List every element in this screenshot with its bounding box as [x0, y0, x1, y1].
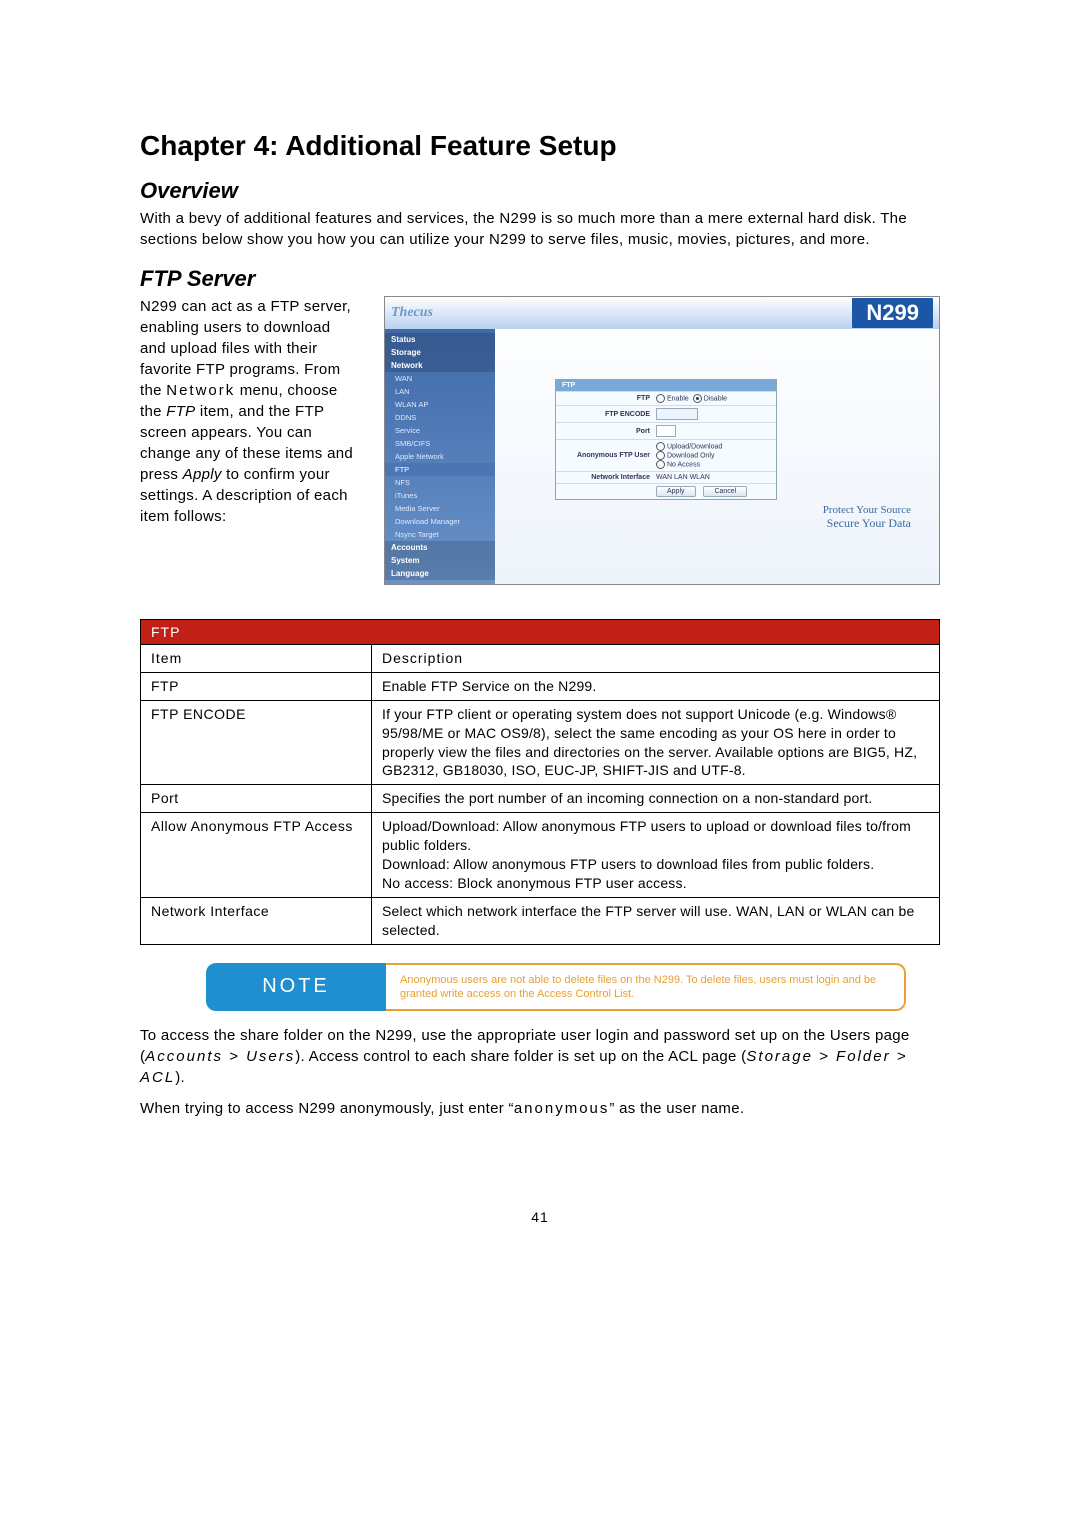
- row-val: Upload/Download: Allow anonymous FTP use…: [372, 813, 940, 898]
- sidebar-item-smb[interactable]: SMB/CIFS: [385, 437, 495, 450]
- table-row: Network Interface Select which network i…: [141, 897, 940, 944]
- text: ).: [175, 1069, 185, 1086]
- table-row: Port Specifies the port number of an inc…: [141, 785, 940, 813]
- port-input[interactable]: [656, 425, 676, 437]
- ftp-item-ref: FTP: [166, 403, 195, 420]
- sidebar-item-nfs[interactable]: NFS: [385, 476, 495, 489]
- ftp-disable-radio[interactable]: [693, 394, 702, 403]
- chapter-title: Chapter 4: Additional Feature Setup: [140, 130, 940, 162]
- sidebar-cat-storage[interactable]: Storage: [385, 346, 495, 359]
- cancel-button[interactable]: Cancel: [703, 486, 747, 497]
- ftp-label: FTP: [560, 395, 656, 402]
- overview-heading: Overview: [140, 178, 940, 204]
- sidebar-item-download[interactable]: Download Manager: [385, 515, 495, 528]
- sidebar-item-wlanap[interactable]: WLAN AP: [385, 398, 495, 411]
- sidebar-cat-status[interactable]: Status: [385, 333, 495, 346]
- anon-opt3: No Access: [667, 461, 700, 468]
- anon-noaccess-radio[interactable]: [656, 460, 665, 469]
- encode-label: FTP ENCODE: [560, 411, 656, 418]
- screenshot-main: FTP FTP Enable Disable FTP ENCODE: [495, 329, 939, 584]
- row-val: Specifies the port number of an incoming…: [372, 785, 940, 813]
- note-label: NOTE: [206, 963, 386, 1012]
- anon-down-radio[interactable]: [656, 451, 665, 460]
- admin-screenshot: Thecus N299 Status Storage Network WAN L…: [384, 296, 940, 585]
- sidebar-item-apple[interactable]: Apple Network: [385, 450, 495, 463]
- ftp-panel-title: FTP: [556, 380, 776, 391]
- table-header: FTP: [141, 620, 940, 645]
- sidebar-cat-language[interactable]: Language: [385, 567, 495, 580]
- sidebar-item-ddns[interactable]: DDNS: [385, 411, 495, 424]
- screenshot-body: Status Storage Network WAN LAN WLAN AP D…: [385, 329, 939, 584]
- note-box: NOTE Anonymous users are not able to del…: [206, 963, 906, 1012]
- col-desc: Description: [372, 645, 940, 673]
- anon-label: Anonymous FTP User: [560, 452, 656, 459]
- apply-button[interactable]: Apply: [656, 486, 696, 497]
- ftp-paragraph: N299 can act as a FTP server, enabling u…: [140, 296, 360, 527]
- ftp-table: FTP Item Description FTP Enable FTP Serv…: [140, 619, 940, 945]
- ftp-heading: FTP Server: [140, 266, 940, 292]
- sidebar-cat-accounts[interactable]: Accounts: [385, 541, 495, 554]
- anon-opt2: Download Only: [667, 452, 714, 459]
- row-key: Allow Anonymous FTP Access: [141, 813, 372, 898]
- ftp-panel: FTP FTP Enable Disable FTP ENCODE: [555, 379, 777, 500]
- document-page: Chapter 4: Additional Feature Setup Over…: [140, 0, 940, 1285]
- sidebar-cat-network[interactable]: Network: [385, 359, 495, 372]
- row-val: If your FTP client or operating system d…: [372, 700, 940, 785]
- sidebar-item-service[interactable]: Service: [385, 424, 495, 437]
- footer-line2: Secure Your Data: [827, 516, 911, 530]
- row-val: Select which network interface the FTP s…: [372, 897, 940, 944]
- sidebar-item-lan[interactable]: LAN: [385, 385, 495, 398]
- accounts-users-ref: Accounts > Users: [145, 1048, 295, 1065]
- sidebar-cat-system[interactable]: System: [385, 554, 495, 567]
- brand-logo: Thecus: [391, 305, 433, 321]
- sidebar: Status Storage Network WAN LAN WLAN AP D…: [385, 329, 495, 584]
- port-label: Port: [560, 428, 656, 435]
- anonymous-paragraph: When trying to access N299 anonymously, …: [140, 1098, 940, 1119]
- enable-label: Enable: [667, 395, 689, 402]
- iface-label: Network Interface: [560, 474, 656, 481]
- row-key: Port: [141, 785, 372, 813]
- screenshot-footer: Protect Your Source Secure Your Data: [555, 500, 919, 539]
- anon-opt1: Upload/Download: [667, 443, 722, 450]
- sidebar-item-wan[interactable]: WAN: [385, 372, 495, 385]
- col-item: Item: [141, 645, 372, 673]
- anon-updown-radio[interactable]: [656, 442, 665, 451]
- footer-line1: Protect Your Source: [823, 504, 911, 516]
- apply-ref: Apply: [183, 466, 222, 483]
- anonymous-word: anonymous: [514, 1100, 610, 1117]
- text: When trying to access N299 anonymously, …: [140, 1100, 514, 1117]
- screenshot-header: Thecus N299: [385, 297, 939, 329]
- overview-text: With a bevy of additional features and s…: [140, 208, 940, 250]
- access-paragraph: To access the share folder on the N299, …: [140, 1025, 940, 1088]
- sidebar-item-ftp[interactable]: FTP: [385, 463, 495, 476]
- text: ” as the user name.: [609, 1100, 744, 1117]
- row-key: FTP ENCODE: [141, 700, 372, 785]
- sidebar-item-nsync[interactable]: Nsync Target: [385, 528, 495, 541]
- disable-label: Disable: [704, 395, 727, 402]
- encode-select[interactable]: [656, 408, 698, 420]
- table-row: FTP ENCODE If your FTP client or operati…: [141, 700, 940, 785]
- ftp-row: N299 can act as a FTP server, enabling u…: [140, 296, 940, 585]
- model-badge: N299: [852, 298, 933, 328]
- table-row: Allow Anonymous FTP Access Upload/Downlo…: [141, 813, 940, 898]
- network-menu-ref: Network: [166, 382, 235, 399]
- row-val: Enable FTP Service on the N299.: [372, 672, 940, 700]
- sidebar-item-itunes[interactable]: iTunes: [385, 489, 495, 502]
- row-key: Network Interface: [141, 897, 372, 944]
- row-key: FTP: [141, 672, 372, 700]
- page-number: 41: [140, 1209, 940, 1225]
- note-text: Anonymous users are not able to delete f…: [386, 963, 906, 1012]
- sidebar-item-media[interactable]: Media Server: [385, 502, 495, 515]
- text: ). Access control to each share folder i…: [295, 1048, 746, 1065]
- table-row: FTP Enable FTP Service on the N299.: [141, 672, 940, 700]
- iface-options[interactable]: WAN LAN WLAN: [656, 474, 772, 481]
- ftp-enable-radio[interactable]: [656, 394, 665, 403]
